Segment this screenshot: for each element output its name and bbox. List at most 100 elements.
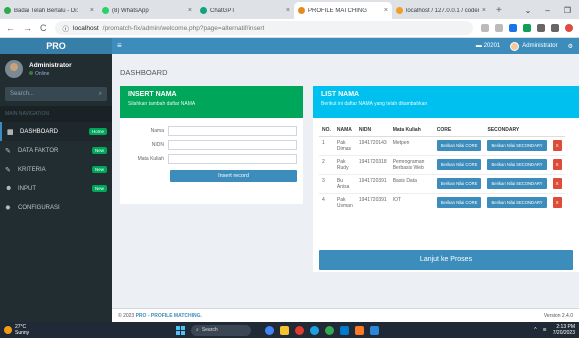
users-icon: ☻ bbox=[5, 185, 13, 192]
close-icon[interactable]: × bbox=[482, 7, 486, 14]
sidebar-user-panel: Administrator Online bbox=[0, 54, 112, 84]
extensions bbox=[481, 24, 573, 32]
delete-button[interactable]: X bbox=[552, 178, 562, 189]
table-row: 2 Pak Rudy 1941720318 Pemrograman Berbasis … bbox=[319, 155, 565, 175]
table-row: 1 Pak Dimas 1941720143 Metpen Berikan Nilai … bbox=[319, 136, 565, 156]
close-icon[interactable]: × bbox=[90, 7, 94, 14]
nidn-input[interactable] bbox=[168, 140, 297, 150]
nav-user-menu[interactable]: Administrator bbox=[510, 41, 558, 51]
browser-tab[interactable]: (8) WhatsApp × bbox=[98, 2, 196, 19]
sidebar-search[interactable]: Search... ⌕ bbox=[5, 87, 107, 101]
table-body: 1 Pak Dimas 1941720143 Metpen Berikan Nilai … bbox=[319, 136, 565, 212]
give-core-score-button[interactable]: Berikan Nilai CORE bbox=[436, 197, 482, 208]
info-icon[interactable]: ⓘ bbox=[63, 23, 70, 33]
forward-icon[interactable]: → bbox=[23, 23, 32, 33]
sidebar-menu: ▦ DASHBOARD Home ✎ DATA FAKTOR New ✎ KRITERIA Ne… bbox=[0, 122, 112, 217]
os-taskbar: 27°C Sunny ⌕ Search ^ ≋ 2:13 PM 7/20/2023 bbox=[0, 322, 579, 338]
delete-button[interactable]: X bbox=[552, 159, 562, 170]
sidebar-item-input[interactable]: ☻ INPUT New bbox=[0, 179, 112, 198]
mata-kuliah-input[interactable] bbox=[168, 154, 297, 164]
footer-brand-link[interactable]: PRO - PROFILE MATCHING. bbox=[136, 313, 202, 319]
sidebar-item-badge: Home bbox=[88, 128, 107, 135]
give-secondary-score-button[interactable]: Berikan Nilai SECONDARY bbox=[487, 159, 547, 170]
search-icon[interactable]: ⌕ bbox=[99, 91, 102, 98]
search-icon: ⌕ bbox=[196, 327, 199, 333]
nav-user-name: Administrator bbox=[522, 43, 558, 49]
nama-input[interactable] bbox=[168, 126, 297, 136]
delete-button[interactable]: X bbox=[552, 197, 562, 208]
give-secondary-score-button[interactable]: Berikan Nilai SECONDARY bbox=[487, 140, 547, 151]
main-content: DASHBOARD INSERT NAMA Silahkan tambah da… bbox=[112, 54, 579, 322]
windows-start-icon[interactable] bbox=[176, 325, 185, 335]
reload-icon[interactable]: C bbox=[40, 23, 47, 33]
cell-nidn: 1941720391 bbox=[355, 193, 390, 212]
give-core-score-button[interactable]: Berikan Nilai CORE bbox=[436, 159, 482, 170]
give-core-score-button[interactable]: Berikan Nilai CORE bbox=[436, 178, 482, 189]
chrome-icon[interactable] bbox=[325, 325, 334, 335]
names-table: NO. NAMA NIDN Mata Kuliah CORE SECONDARY 1 Pak… bbox=[319, 124, 565, 212]
vscode-icon[interactable] bbox=[340, 325, 349, 335]
form-row: Nama bbox=[126, 126, 297, 136]
browser-tab[interactable]: localhost / 127.0.0.1 / coder × bbox=[392, 2, 490, 19]
cell-nama: Bu Anisa bbox=[333, 174, 356, 194]
tab-title: ChatGPT bbox=[210, 7, 236, 14]
taskbar-search[interactable]: ⌕ Search bbox=[191, 324, 251, 336]
close-icon[interactable]: × bbox=[286, 7, 290, 14]
chrome-icon[interactable] bbox=[265, 325, 274, 335]
url-host: localhost bbox=[73, 24, 99, 32]
sidebar-item-kriteria[interactable]: ✎ KRITERIA New bbox=[0, 160, 112, 179]
minimize-icon[interactable]: – bbox=[545, 2, 549, 19]
give-secondary-score-button[interactable]: Berikan Nilai SECONDARY bbox=[487, 197, 547, 208]
sidebar-item-data-faktor[interactable]: ✎ DATA FAKTOR New bbox=[0, 141, 112, 160]
sidebar-item-configurasi[interactable]: ✹ CONFIGURASI bbox=[0, 198, 112, 217]
sidebar-icon[interactable] bbox=[551, 24, 559, 32]
chevron-down-icon[interactable]: ⌄ bbox=[525, 2, 532, 19]
weather-widget[interactable]: 27°C Sunny bbox=[0, 324, 170, 336]
delete-button[interactable]: X bbox=[552, 140, 562, 151]
close-icon[interactable]: × bbox=[188, 7, 192, 14]
share-icon[interactable] bbox=[481, 24, 489, 32]
edge-icon[interactable] bbox=[310, 325, 319, 335]
sidebar-item-dashboard[interactable]: ▦ DASHBOARD Home bbox=[0, 122, 112, 141]
profile-icon[interactable] bbox=[565, 24, 573, 32]
back-icon[interactable]: ← bbox=[6, 23, 15, 33]
field-label: Mata Kuliah bbox=[137, 156, 164, 162]
opera-icon[interactable] bbox=[295, 325, 304, 335]
settings-gear-icon[interactable]: ⚙ bbox=[568, 43, 573, 50]
tray-chevron-icon[interactable]: ^ bbox=[534, 327, 536, 333]
new-tab-icon[interactable]: + bbox=[490, 2, 508, 19]
app-logo[interactable]: PRO bbox=[0, 38, 112, 54]
menu-toggle-icon[interactable]: ≡ bbox=[117, 41, 122, 50]
give-secondary-score-button[interactable]: Berikan Nilai SECONDARY bbox=[487, 178, 547, 189]
field-label: Nama bbox=[150, 128, 164, 134]
give-core-score-button[interactable]: Berikan Nilai CORE bbox=[436, 140, 482, 151]
browser-tab[interactable]: Badai Telah Berlalu - Di: × bbox=[0, 2, 98, 19]
file-explorer-icon[interactable] bbox=[280, 325, 289, 335]
puzzle-icon[interactable] bbox=[537, 24, 545, 32]
store-icon[interactable] bbox=[370, 325, 379, 335]
window-controls: ⌄ – ❐ bbox=[517, 2, 579, 19]
xampp-icon[interactable] bbox=[355, 325, 364, 335]
cell-mk: Pemrograman Berbasis Web bbox=[389, 155, 434, 175]
extension-icon[interactable] bbox=[523, 24, 531, 32]
extension-icon[interactable] bbox=[509, 24, 517, 32]
nav-user-id[interactable]: ▬ 20201 bbox=[476, 43, 500, 49]
url-field[interactable]: ⓘ localhost/promatch-fix/admin/welcome.p… bbox=[54, 21, 473, 35]
id-card-icon: ▬ bbox=[475, 43, 482, 49]
insert-record-button[interactable]: Insert record bbox=[170, 170, 297, 182]
taskbar-clock[interactable]: 2:13 PM 7/20/2023 bbox=[553, 324, 575, 336]
maximize-icon[interactable]: ❐ bbox=[564, 2, 571, 19]
star-icon[interactable] bbox=[495, 24, 503, 32]
cell-nidn: 1941720318 bbox=[355, 155, 390, 175]
cell-no: 4 bbox=[319, 193, 334, 212]
sidebar: Administrator Online Search... ⌕ MAIN NA… bbox=[0, 54, 112, 322]
proceed-button[interactable]: Lanjut ke Proses bbox=[319, 250, 573, 270]
wifi-icon[interactable]: ≋ bbox=[543, 327, 547, 333]
avatar bbox=[510, 41, 520, 51]
close-icon[interactable]: × bbox=[384, 7, 388, 14]
sidebar-search-input[interactable]: Search... bbox=[10, 91, 34, 97]
browser-tab[interactable]: PROFILE MATCHING × bbox=[294, 2, 392, 19]
table-header-cell: NO. bbox=[319, 124, 334, 137]
sidebar-item-label: INPUT bbox=[18, 185, 36, 192]
browser-tab[interactable]: ChatGPT × bbox=[196, 2, 294, 19]
